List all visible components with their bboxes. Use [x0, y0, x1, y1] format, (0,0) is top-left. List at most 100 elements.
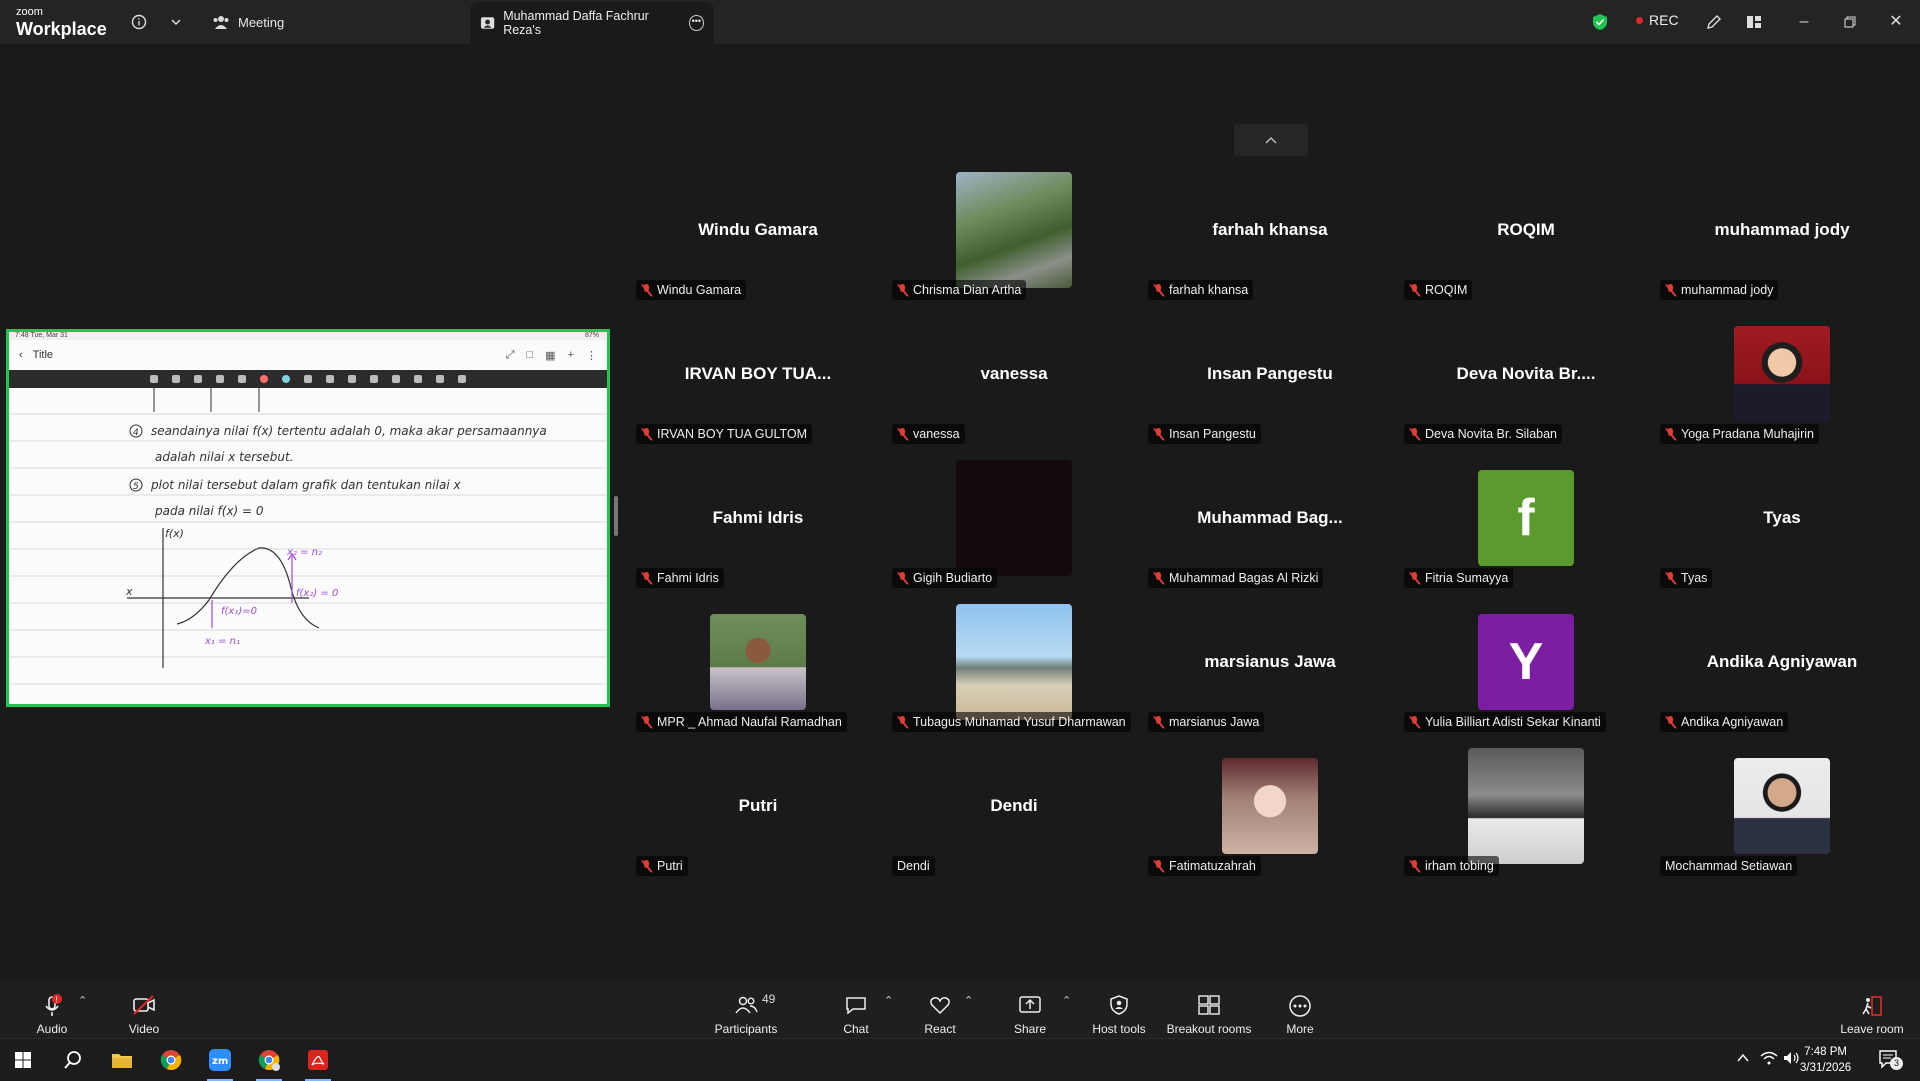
view-layout-icon[interactable]: [1742, 10, 1766, 34]
chrome-profile-icon[interactable]: [246, 1039, 292, 1081]
person-share-icon: [480, 17, 495, 29]
participant-tile[interactable]: Fatimatuzahrah: [1142, 734, 1398, 878]
meeting-tab-label: Meeting: [238, 14, 285, 30]
participant-display-name: Deva Novita Br....: [1456, 364, 1596, 383]
gallery-scroll-up-button[interactable]: [1234, 124, 1308, 156]
audio-button[interactable]: ! Audio: [34, 986, 70, 1036]
tab-meeting[interactable]: Meeting: [212, 8, 284, 36]
mic-muted-icon: [1665, 715, 1676, 729]
participant-video: [710, 614, 806, 710]
participant-tile[interactable]: Yoga Pradana Muhajirin: [1654, 302, 1910, 446]
participant-tile[interactable]: MPR _ Ahmad Naufal Ramadhan: [630, 590, 886, 734]
more-dots-icon: [1288, 994, 1312, 1022]
participant-tile[interactable]: Deva Novita Br.... Deva Novita Br. Silaba…: [1398, 302, 1654, 446]
share-button[interactable]: Share: [1010, 986, 1050, 1036]
audio-label: Audio: [36, 1022, 68, 1036]
shared-screen-preview[interactable]: 7:48 Tue, Mar 31 87% ‹ Title ⤢ □ ▦ + ⋮ 4 sea…: [6, 329, 610, 707]
participant-tile[interactable]: Dendi Dendi: [886, 734, 1142, 878]
mic-muted-icon: [897, 427, 908, 441]
participant-video: [956, 460, 1072, 576]
participant-tile[interactable]: Tubagus Muhamad Yusuf Dharmawan: [886, 590, 1142, 734]
audio-options-caret-icon[interactable]: ⌃: [78, 994, 87, 1007]
participant-name-label: Dendi: [892, 856, 935, 876]
participant-tile[interactable]: Putri Putri: [630, 734, 886, 878]
svg-text:zm: zm: [212, 1056, 228, 1067]
participant-tile[interactable]: Gigih Budiarto: [886, 446, 1142, 590]
annotate-pen-icon[interactable]: [1702, 10, 1726, 34]
info-icon[interactable]: [127, 10, 151, 34]
participant-tile[interactable]: vanessa vanessa: [886, 302, 1142, 446]
video-button[interactable]: Video: [124, 986, 164, 1036]
note-num-4: 4: [133, 428, 139, 438]
participant-tile[interactable]: Fahmi Idris Fahmi Idris: [630, 446, 886, 590]
participant-name: ROQIM: [1425, 283, 1468, 297]
start-windows-icon[interactable]: [0, 1039, 46, 1081]
participant-tile[interactable]: Muhammad Bag... Muhammad Bagas Al Rizki: [1142, 446, 1398, 590]
notification-center-icon[interactable]: 3: [1878, 1049, 1903, 1074]
participant-name: vanessa: [913, 427, 960, 441]
recording-indicator[interactable]: REC: [1636, 12, 1679, 28]
show-hidden-icons-chevron-icon[interactable]: [1736, 1051, 1750, 1070]
pdf-reader-icon[interactable]: [295, 1039, 341, 1081]
participant-name-label: marsianus Jawa: [1148, 712, 1265, 732]
mic-muted-icon: [1409, 859, 1420, 873]
mic-muted-icon: [1409, 427, 1420, 441]
participant-name: Yoga Pradana Muhajirin: [1681, 427, 1814, 441]
chevron-down-icon[interactable]: [164, 10, 188, 34]
react-button[interactable]: React: [922, 986, 958, 1036]
more-options-icon[interactable]: •••: [688, 15, 704, 31]
participant-tile[interactable]: f Fitria Sumayya: [1398, 446, 1654, 590]
search-icon[interactable]: [50, 1039, 96, 1081]
participant-tile[interactable]: Chrisma Dian Artha: [886, 158, 1142, 302]
participant-tile[interactable]: Tyas Tyas: [1654, 446, 1910, 590]
participant-tile[interactable]: Mochammad Setiawan: [1654, 734, 1910, 878]
participant-name-label: muhammad jody: [1660, 280, 1779, 300]
participant-tile[interactable]: farhah khansa farhah khansa: [1142, 158, 1398, 302]
zoom-workplace-logo: zoom Workplace: [16, 6, 107, 39]
participant-name: Windu Gamara: [657, 283, 742, 297]
host-tools-button[interactable]: Host tools: [1090, 986, 1148, 1036]
participant-tile[interactable]: ROQIM ROQIM: [1398, 158, 1654, 302]
participant-tile[interactable]: Insan Pangestu Insan Pangestu: [1142, 302, 1398, 446]
panel-resize-handle[interactable]: [614, 496, 618, 536]
participant-tile[interactable]: Y Yulia Billiart Adisti Sekar Kinanti: [1398, 590, 1654, 734]
participant-name: Andika Agniyawan: [1681, 715, 1784, 729]
chat-button[interactable]: Chat: [838, 986, 874, 1036]
zoom-taskbar-icon[interactable]: zm: [197, 1039, 243, 1081]
react-options-caret-icon[interactable]: ⌃: [964, 994, 973, 1007]
taskbar-clock[interactable]: 7:48 PM 3/31/2026: [1800, 1044, 1851, 1076]
minimize-button[interactable]: –: [1792, 10, 1816, 34]
wifi-icon[interactable]: [1760, 1050, 1778, 1071]
share-options-caret-icon[interactable]: ⌃: [1062, 994, 1071, 1007]
leave-room-label: Leave room: [1840, 1022, 1904, 1036]
participant-name: Insan Pangestu: [1169, 427, 1256, 441]
restore-button[interactable]: [1838, 10, 1862, 34]
windows-taskbar: zm 7:48 PM 3/31/2026 3: [0, 1038, 1920, 1081]
breakout-rooms-label: Breakout rooms: [1166, 1022, 1252, 1036]
logo-top-text: zoom: [16, 6, 43, 18]
participant-name-label: vanessa: [892, 424, 965, 444]
participant-tile[interactable]: IRVAN BOY TUA... IRVAN BOY TUA GULTOM: [630, 302, 886, 446]
tab-share-screen[interactable]: Muhammad Daffa Fachrur Reza's •••: [470, 2, 714, 44]
video-label: Video: [128, 1022, 160, 1036]
leave-room-button[interactable]: Leave room: [1834, 986, 1910, 1036]
participant-tile[interactable]: Andika Agniyawan Andika Agniyawan: [1654, 590, 1910, 734]
participant-name-label: Yoga Pradana Muhajirin: [1660, 424, 1819, 444]
close-button[interactable]: ✕: [1884, 10, 1908, 34]
participant-video: [1222, 758, 1318, 854]
participant-name-label: Putri: [636, 856, 688, 876]
notes-header: ‹ Title ⤢ □ ▦ + ⋮: [9, 340, 607, 370]
participant-tile[interactable]: Windu Gamara Windu Gamara: [630, 158, 886, 302]
chrome-icon[interactable]: [148, 1039, 194, 1081]
chat-options-caret-icon[interactable]: ⌃: [884, 994, 893, 1007]
security-shield-icon[interactable]: [1588, 10, 1612, 34]
participant-name-label: ROQIM: [1404, 280, 1473, 300]
tablet-battery: 87%: [584, 332, 599, 339]
breakout-rooms-button[interactable]: Breakout rooms: [1164, 986, 1254, 1036]
participant-tile[interactable]: muhammad jody muhammad jody: [1654, 158, 1910, 302]
volume-icon[interactable]: [1782, 1050, 1800, 1071]
more-button[interactable]: More: [1280, 986, 1320, 1036]
participant-tile[interactable]: irham tobing: [1398, 734, 1654, 878]
participant-tile[interactable]: marsianus Jawa marsianus Jawa: [1142, 590, 1398, 734]
file-explorer-icon[interactable]: [99, 1039, 145, 1081]
